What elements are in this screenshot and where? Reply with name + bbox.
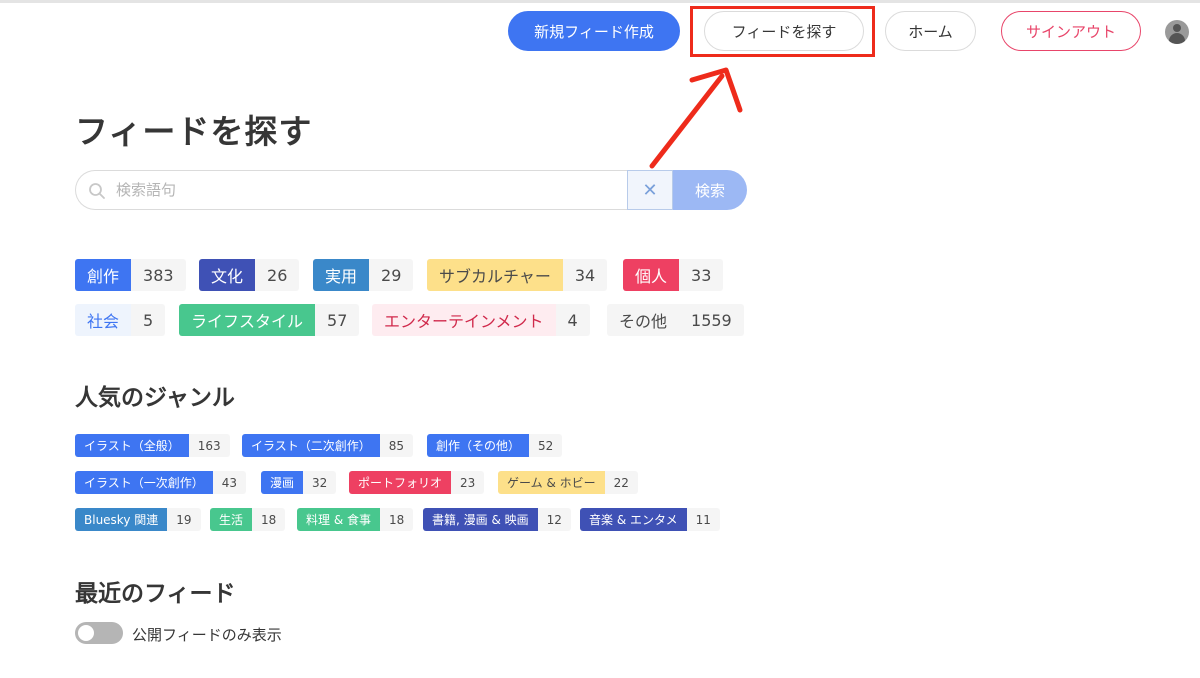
search-input[interactable] xyxy=(116,171,616,209)
tag-label: ライフスタイル xyxy=(179,304,316,336)
tag-count: 18 xyxy=(380,508,414,531)
genre-tag[interactable]: 書籍, 漫画 & 映画 12 xyxy=(423,508,571,531)
public-only-toggle[interactable] xyxy=(75,622,123,644)
tag-label: サブカルチャー xyxy=(427,259,563,291)
signout-button[interactable]: サインアウト xyxy=(1001,11,1141,51)
tag-count: 18 xyxy=(252,508,286,531)
tag-count: 43 xyxy=(212,471,247,494)
genre-tag[interactable]: ゲーム & ホビー 22 xyxy=(498,471,638,494)
tag-label: 創作（その他） xyxy=(427,434,530,457)
genre-tag[interactable]: 音楽 & エンタメ 11 xyxy=(580,508,720,531)
category-tag-personal[interactable]: 個人 33 xyxy=(623,259,724,291)
search-submit-button[interactable]: 検索 xyxy=(673,170,747,210)
tag-label: 書籍, 漫画 & 映画 xyxy=(423,508,538,531)
tag-count: 33 xyxy=(679,259,724,291)
tag-count: 23 xyxy=(451,471,485,494)
popular-genres-heading: 人気のジャンル xyxy=(75,385,235,411)
tag-label: Bluesky 関連 xyxy=(75,508,168,531)
search-bar: ✕ 検索 xyxy=(75,170,747,210)
genre-tag[interactable]: 料理 & 食事 18 xyxy=(297,508,414,531)
category-tag-lifestyle[interactable]: ライフスタイル 57 xyxy=(179,304,360,336)
category-tag-subculture[interactable]: サブカルチャー 34 xyxy=(427,259,608,291)
tag-label: ゲーム & ホビー xyxy=(498,471,605,494)
tag-count: 12 xyxy=(537,508,571,531)
category-tag-culture[interactable]: 文化 26 xyxy=(199,259,300,291)
category-tag-creation[interactable]: 創作 383 xyxy=(75,259,186,291)
tag-count: 32 xyxy=(303,471,337,494)
category-tag-society[interactable]: 社会 5 xyxy=(75,304,166,336)
page-title: フィードを探す xyxy=(75,112,313,151)
genre-tag[interactable]: 生活 18 xyxy=(210,508,286,531)
tag-count: 52 xyxy=(529,434,563,457)
tag-label: 実用 xyxy=(313,259,370,291)
tag-count: 4 xyxy=(555,304,590,336)
tag-label: イラスト（一次創作） xyxy=(75,471,213,494)
tag-label: その他 xyxy=(607,304,680,336)
tag-count: 57 xyxy=(315,304,360,336)
genre-tag[interactable]: イラスト（全般） 163 xyxy=(75,434,230,457)
tag-count: 26 xyxy=(255,259,300,291)
annotation-highlight-box xyxy=(690,6,875,57)
genre-tag[interactable]: 漫画 32 xyxy=(261,471,337,494)
search-icon xyxy=(89,183,105,199)
tag-count: 22 xyxy=(604,471,638,494)
public-only-toggle-label[interactable]: 公開フィードのみ表示 xyxy=(132,624,282,645)
tag-count: 85 xyxy=(379,434,414,457)
genre-tag[interactable]: ポートフォリオ 23 xyxy=(349,471,485,494)
avatar-body-icon xyxy=(1169,33,1185,44)
genre-tag[interactable]: イラスト（一次創作） 43 xyxy=(75,471,247,494)
tag-label: 創作 xyxy=(75,259,132,291)
search-field[interactable] xyxy=(75,170,627,210)
tag-label: エンターテインメント xyxy=(372,304,556,336)
tag-count: 1559 xyxy=(679,304,744,336)
tag-label: 音楽 & エンタメ xyxy=(580,508,687,531)
tag-label: 生活 xyxy=(210,508,253,531)
tag-label: イラスト（全般） xyxy=(75,434,189,457)
tag-count: 19 xyxy=(167,508,201,531)
avatar-head-icon xyxy=(1173,24,1181,32)
category-tag-other[interactable]: その他 1559 xyxy=(607,304,744,336)
tag-label: 社会 xyxy=(75,304,132,336)
tag-label: 個人 xyxy=(623,259,680,291)
tag-count: 163 xyxy=(188,434,230,457)
tag-label: 料理 & 食事 xyxy=(297,508,380,531)
top-border xyxy=(0,0,1200,3)
tag-count: 383 xyxy=(131,259,186,291)
genre-tag[interactable]: Bluesky 関連 19 xyxy=(75,508,201,531)
new-feed-button[interactable]: 新規フィード作成 xyxy=(508,11,680,51)
tag-label: 漫画 xyxy=(261,471,304,494)
home-button[interactable]: ホーム xyxy=(885,11,976,51)
user-avatar[interactable] xyxy=(1165,20,1189,44)
genre-tag[interactable]: 創作（その他） 52 xyxy=(427,434,563,457)
tag-label: ポートフォリオ xyxy=(349,471,452,494)
category-tag-practical[interactable]: 実用 29 xyxy=(313,259,414,291)
annotation-arrow-icon xyxy=(649,67,743,169)
tag-label: イラスト（二次創作） xyxy=(242,434,380,457)
genre-tag[interactable]: イラスト（二次創作） 85 xyxy=(242,434,414,457)
tag-count: 29 xyxy=(369,259,414,291)
clear-search-button[interactable]: ✕ xyxy=(627,170,673,210)
category-tag-entertainment[interactable]: エンターテインメント 4 xyxy=(372,304,590,336)
tag-label: 文化 xyxy=(199,259,256,291)
tag-count: 5 xyxy=(131,304,166,336)
recent-feeds-heading: 最近のフィード xyxy=(75,581,236,607)
tag-count: 34 xyxy=(562,259,608,291)
tag-count: 11 xyxy=(686,508,720,531)
toggle-knob xyxy=(78,625,94,641)
